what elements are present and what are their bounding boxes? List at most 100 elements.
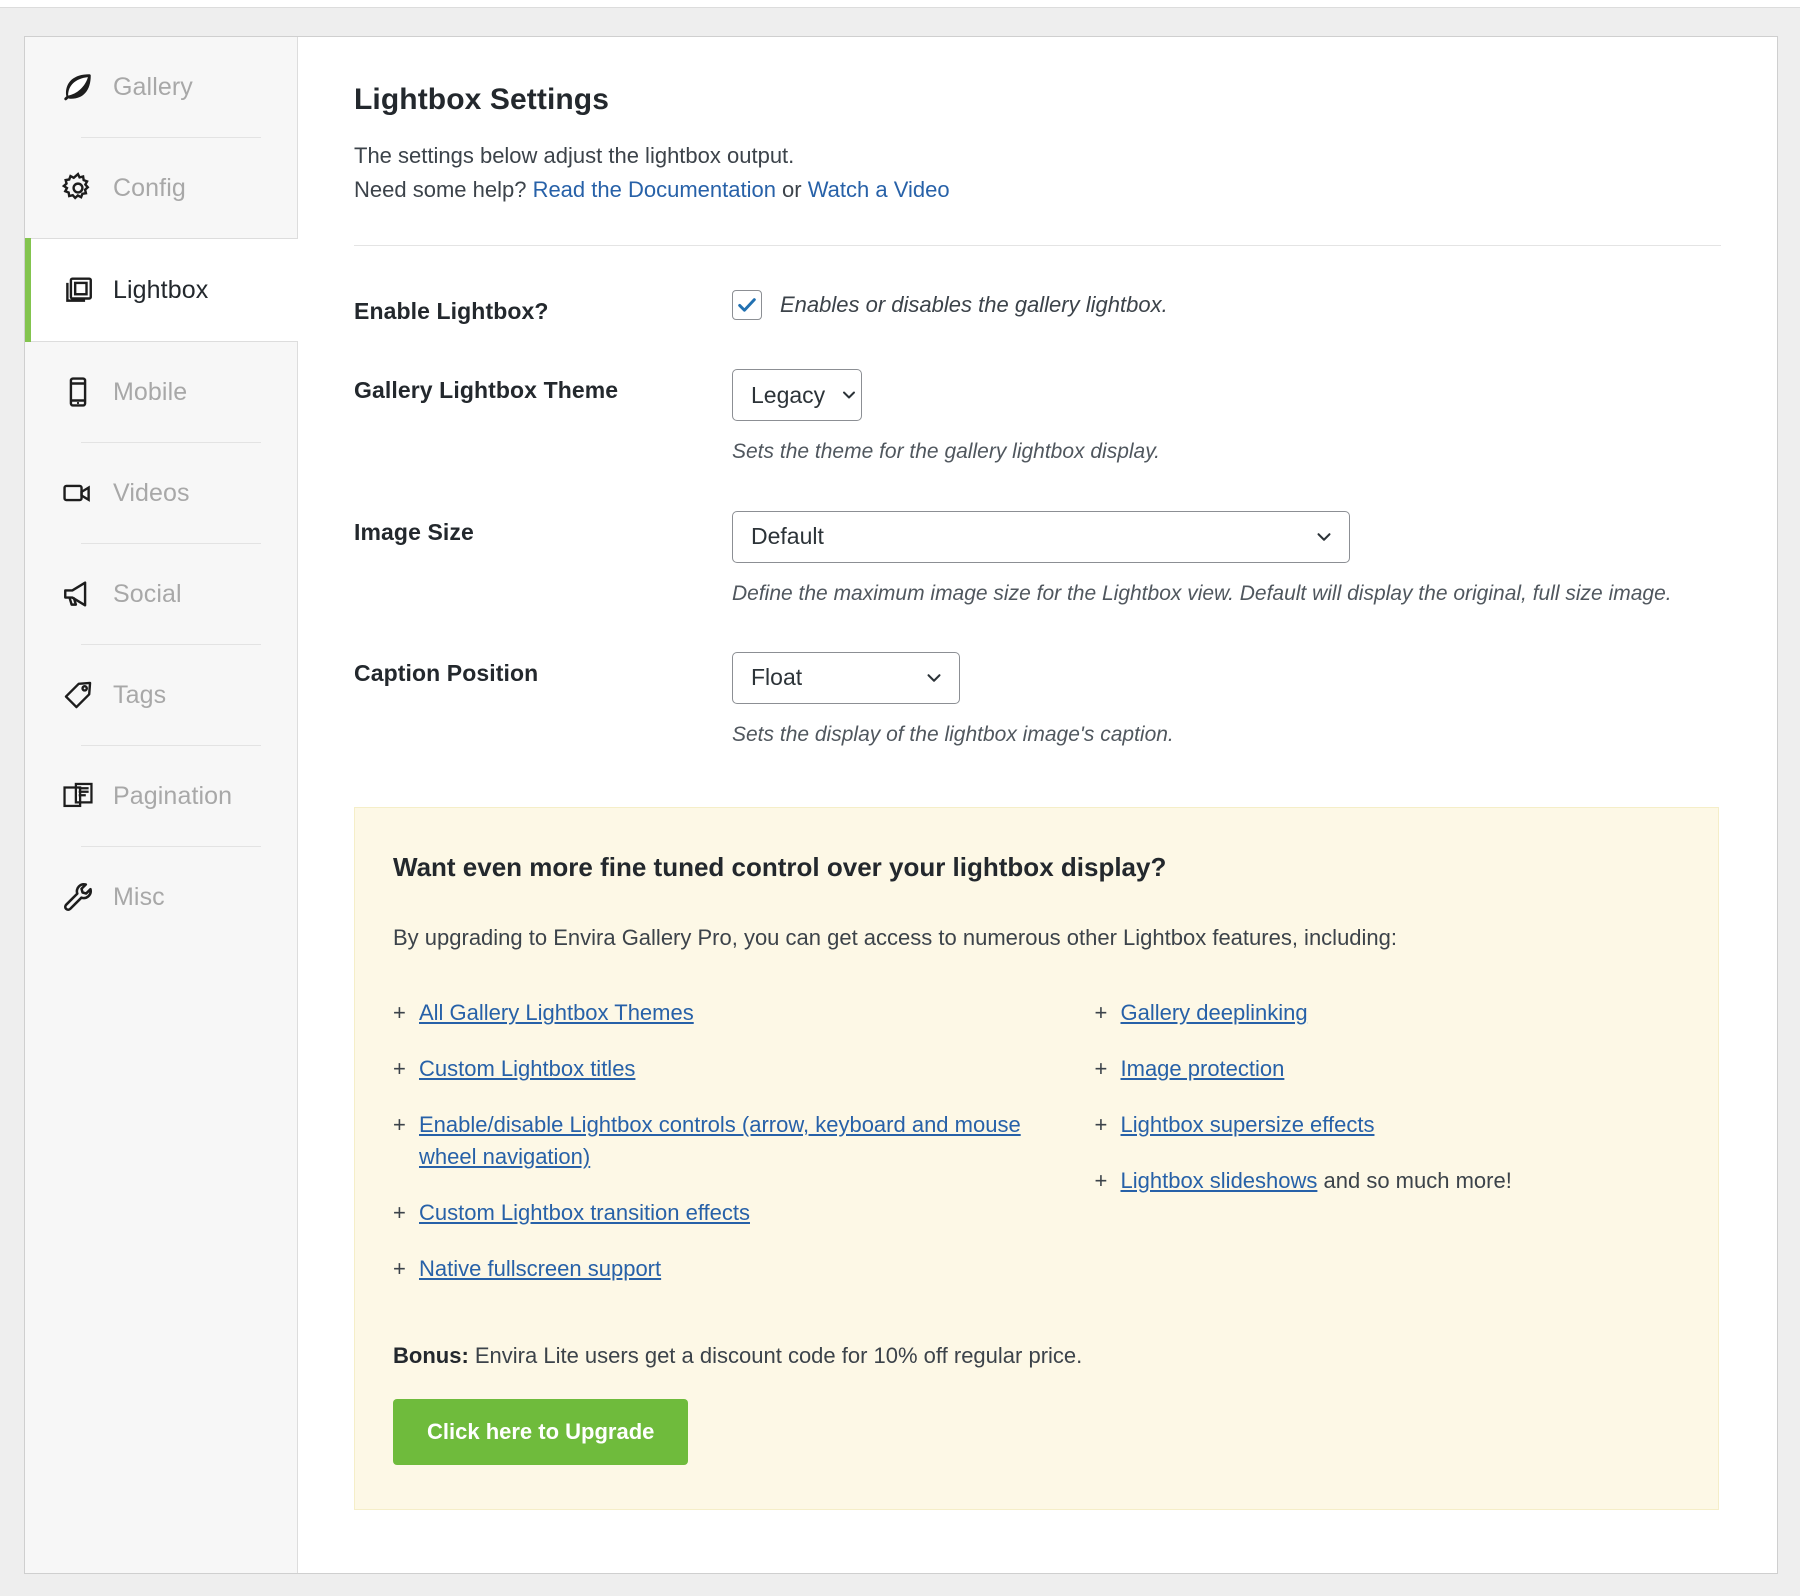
enable-lightbox-field: Enables or disables the gallery lightbox… — [732, 290, 1721, 320]
feature-link[interactable]: Image protection — [1121, 1056, 1285, 1081]
feature-link[interactable]: Enable/disable Lightbox controls (arrow,… — [419, 1112, 1021, 1169]
gallery-lightbox-theme-field: Legacy Sets the theme for the gallery li… — [732, 369, 1721, 466]
sidebar-item-label: Tags — [113, 681, 166, 710]
promo-feature-item: + Lightbox slideshows and so much more! — [1095, 1165, 1681, 1197]
wrench-icon — [59, 878, 97, 916]
promo-features-left: + All Gallery Lightbox Themes + Custom L… — [393, 997, 1037, 1308]
pagination-icon — [59, 777, 97, 815]
video-icon — [59, 474, 97, 512]
chevron-down-icon — [923, 667, 945, 689]
page-title: Lightbox Settings — [354, 83, 1721, 117]
feature-tail-text: and so much more! — [1317, 1168, 1511, 1193]
sidebar-item-label: Social — [113, 580, 182, 609]
promo-bonus-line: Bonus: Envira Lite users get a discount … — [393, 1343, 1680, 1369]
sidebar-item-mobile[interactable]: Mobile — [25, 342, 297, 442]
sidebar-item-label: Mobile — [113, 378, 187, 407]
gallery-lightbox-theme-label: Gallery Lightbox Theme — [354, 369, 732, 404]
watch-video-link[interactable]: Watch a Video — [808, 177, 950, 202]
feature-link[interactable]: Lightbox slideshows — [1121, 1168, 1318, 1193]
gear-icon — [59, 169, 97, 207]
sidebar-item-config[interactable]: Config — [25, 138, 297, 238]
promo-feature-item: + Enable/disable Lightbox controls (arro… — [393, 1109, 1037, 1173]
plus-icon: + — [1095, 997, 1121, 1029]
plus-icon: + — [1095, 1053, 1121, 1085]
image-size-field: Default Define the maximum image size fo… — [732, 511, 1721, 608]
caption-position-field: Float Sets the display of the lightbox i… — [732, 652, 1721, 749]
feature-link[interactable]: Custom Lightbox transition effects — [419, 1200, 750, 1225]
tag-icon — [59, 676, 97, 714]
gallery-lightbox-theme-value: Legacy — [751, 382, 825, 409]
plus-icon: + — [393, 1053, 419, 1085]
caption-position-value: Float — [751, 664, 802, 691]
sidebar-item-gallery[interactable]: Gallery — [25, 37, 297, 137]
intro-line-1: The settings below adjust the lightbox o… — [354, 139, 1721, 173]
promo-feature-item: + Native fullscreen support — [393, 1253, 1037, 1285]
settings-content: Lightbox Settings The settings below adj… — [298, 37, 1777, 1573]
promo-feature-item: + Gallery deeplinking — [1095, 997, 1681, 1029]
chevron-down-icon — [839, 385, 859, 405]
feature-link[interactable]: Lightbox supersize effects — [1121, 1112, 1375, 1137]
feature-link[interactable]: Native fullscreen support — [419, 1256, 661, 1281]
upgrade-button[interactable]: Click here to Upgrade — [393, 1399, 688, 1465]
sidebar-item-label: Lightbox — [113, 276, 208, 305]
row-image-size: Image Size Default Define the maximum im… — [354, 467, 1721, 608]
image-size-label: Image Size — [354, 511, 732, 546]
feature-link[interactable]: Gallery deeplinking — [1121, 1000, 1308, 1025]
help-prefix: Need some help? — [354, 177, 533, 202]
row-gallery-lightbox-theme: Gallery Lightbox Theme Legacy Sets the t… — [354, 325, 1721, 466]
sidebar-item-misc[interactable]: Misc — [25, 847, 297, 947]
promo-feature-item: + Custom Lightbox titles — [393, 1053, 1037, 1085]
leaf-icon — [59, 68, 97, 106]
sidebar-item-label: Misc — [113, 883, 165, 912]
sidebar-item-videos[interactable]: Videos — [25, 443, 297, 543]
image-size-value: Default — [751, 523, 824, 550]
caption-position-label: Caption Position — [354, 652, 732, 687]
settings-card: Gallery Config Lightbox Mobile — [24, 36, 1778, 1574]
sidebar-item-lightbox[interactable]: Lightbox — [25, 238, 298, 342]
intro-text: The settings below adjust the lightbox o… — [354, 139, 1721, 207]
caption-position-select[interactable]: Float — [732, 652, 960, 704]
image-size-select[interactable]: Default — [732, 511, 1350, 563]
sidebar-item-label: Videos — [113, 479, 190, 508]
caption-position-description: Sets the display of the lightbox image's… — [732, 720, 1721, 749]
megaphone-icon — [59, 575, 97, 613]
sidebar-item-label: Config — [113, 174, 186, 203]
promo-feature-item: + Lightbox supersize effects — [1095, 1109, 1681, 1141]
plus-icon: + — [393, 1109, 419, 1173]
feature-link[interactable]: Custom Lightbox titles — [419, 1056, 635, 1081]
sidebar-item-pagination[interactable]: Pagination — [25, 746, 297, 846]
sidebar-item-tags[interactable]: Tags — [25, 645, 297, 745]
browser-top-strip — [0, 0, 1800, 8]
feature-link[interactable]: All Gallery Lightbox Themes — [419, 1000, 694, 1025]
intro-line-2: Need some help? Read the Documentation o… — [354, 173, 1721, 207]
lightbox-icon — [59, 271, 97, 309]
promo-feature-columns: + All Gallery Lightbox Themes + Custom L… — [393, 997, 1680, 1308]
or-text: or — [776, 177, 808, 202]
image-size-description: Define the maximum image size for the Li… — [732, 579, 1721, 608]
chevron-down-icon — [1313, 526, 1335, 548]
mobile-icon — [59, 373, 97, 411]
page-background-gap — [0, 9, 1800, 36]
plus-icon: + — [393, 997, 419, 1029]
promo-features-right: + Gallery deeplinking + Image protection… — [1037, 997, 1681, 1308]
gallery-lightbox-theme-description: Sets the theme for the gallery lightbox … — [732, 437, 1721, 466]
sidebar-item-label: Gallery — [113, 73, 193, 102]
gallery-lightbox-theme-select[interactable]: Legacy — [732, 369, 862, 421]
documentation-link[interactable]: Read the Documentation — [533, 177, 776, 202]
sidebar-item-social[interactable]: Social — [25, 544, 297, 644]
promo-bonus-label: Bonus: — [393, 1343, 469, 1368]
upgrade-promo-box: Want even more fine tuned control over y… — [354, 807, 1719, 1509]
enable-lightbox-description: Enables or disables the gallery lightbox… — [780, 292, 1168, 318]
plus-icon: + — [1095, 1165, 1121, 1197]
enable-lightbox-checkbox[interactable] — [732, 290, 762, 320]
promo-bonus-text: Envira Lite users get a discount code fo… — [469, 1343, 1083, 1368]
row-caption-position: Caption Position Float Sets the display … — [354, 608, 1721, 749]
settings-sidebar: Gallery Config Lightbox Mobile — [25, 37, 298, 1573]
sidebar-item-label: Pagination — [113, 782, 232, 811]
plus-icon: + — [393, 1197, 419, 1229]
promo-title: Want even more fine tuned control over y… — [393, 852, 1680, 883]
promo-subtitle: By upgrading to Envira Gallery Pro, you … — [393, 925, 1680, 951]
plus-icon: + — [393, 1253, 419, 1285]
promo-feature-item: + Image protection — [1095, 1053, 1681, 1085]
plus-icon: + — [1095, 1109, 1121, 1141]
